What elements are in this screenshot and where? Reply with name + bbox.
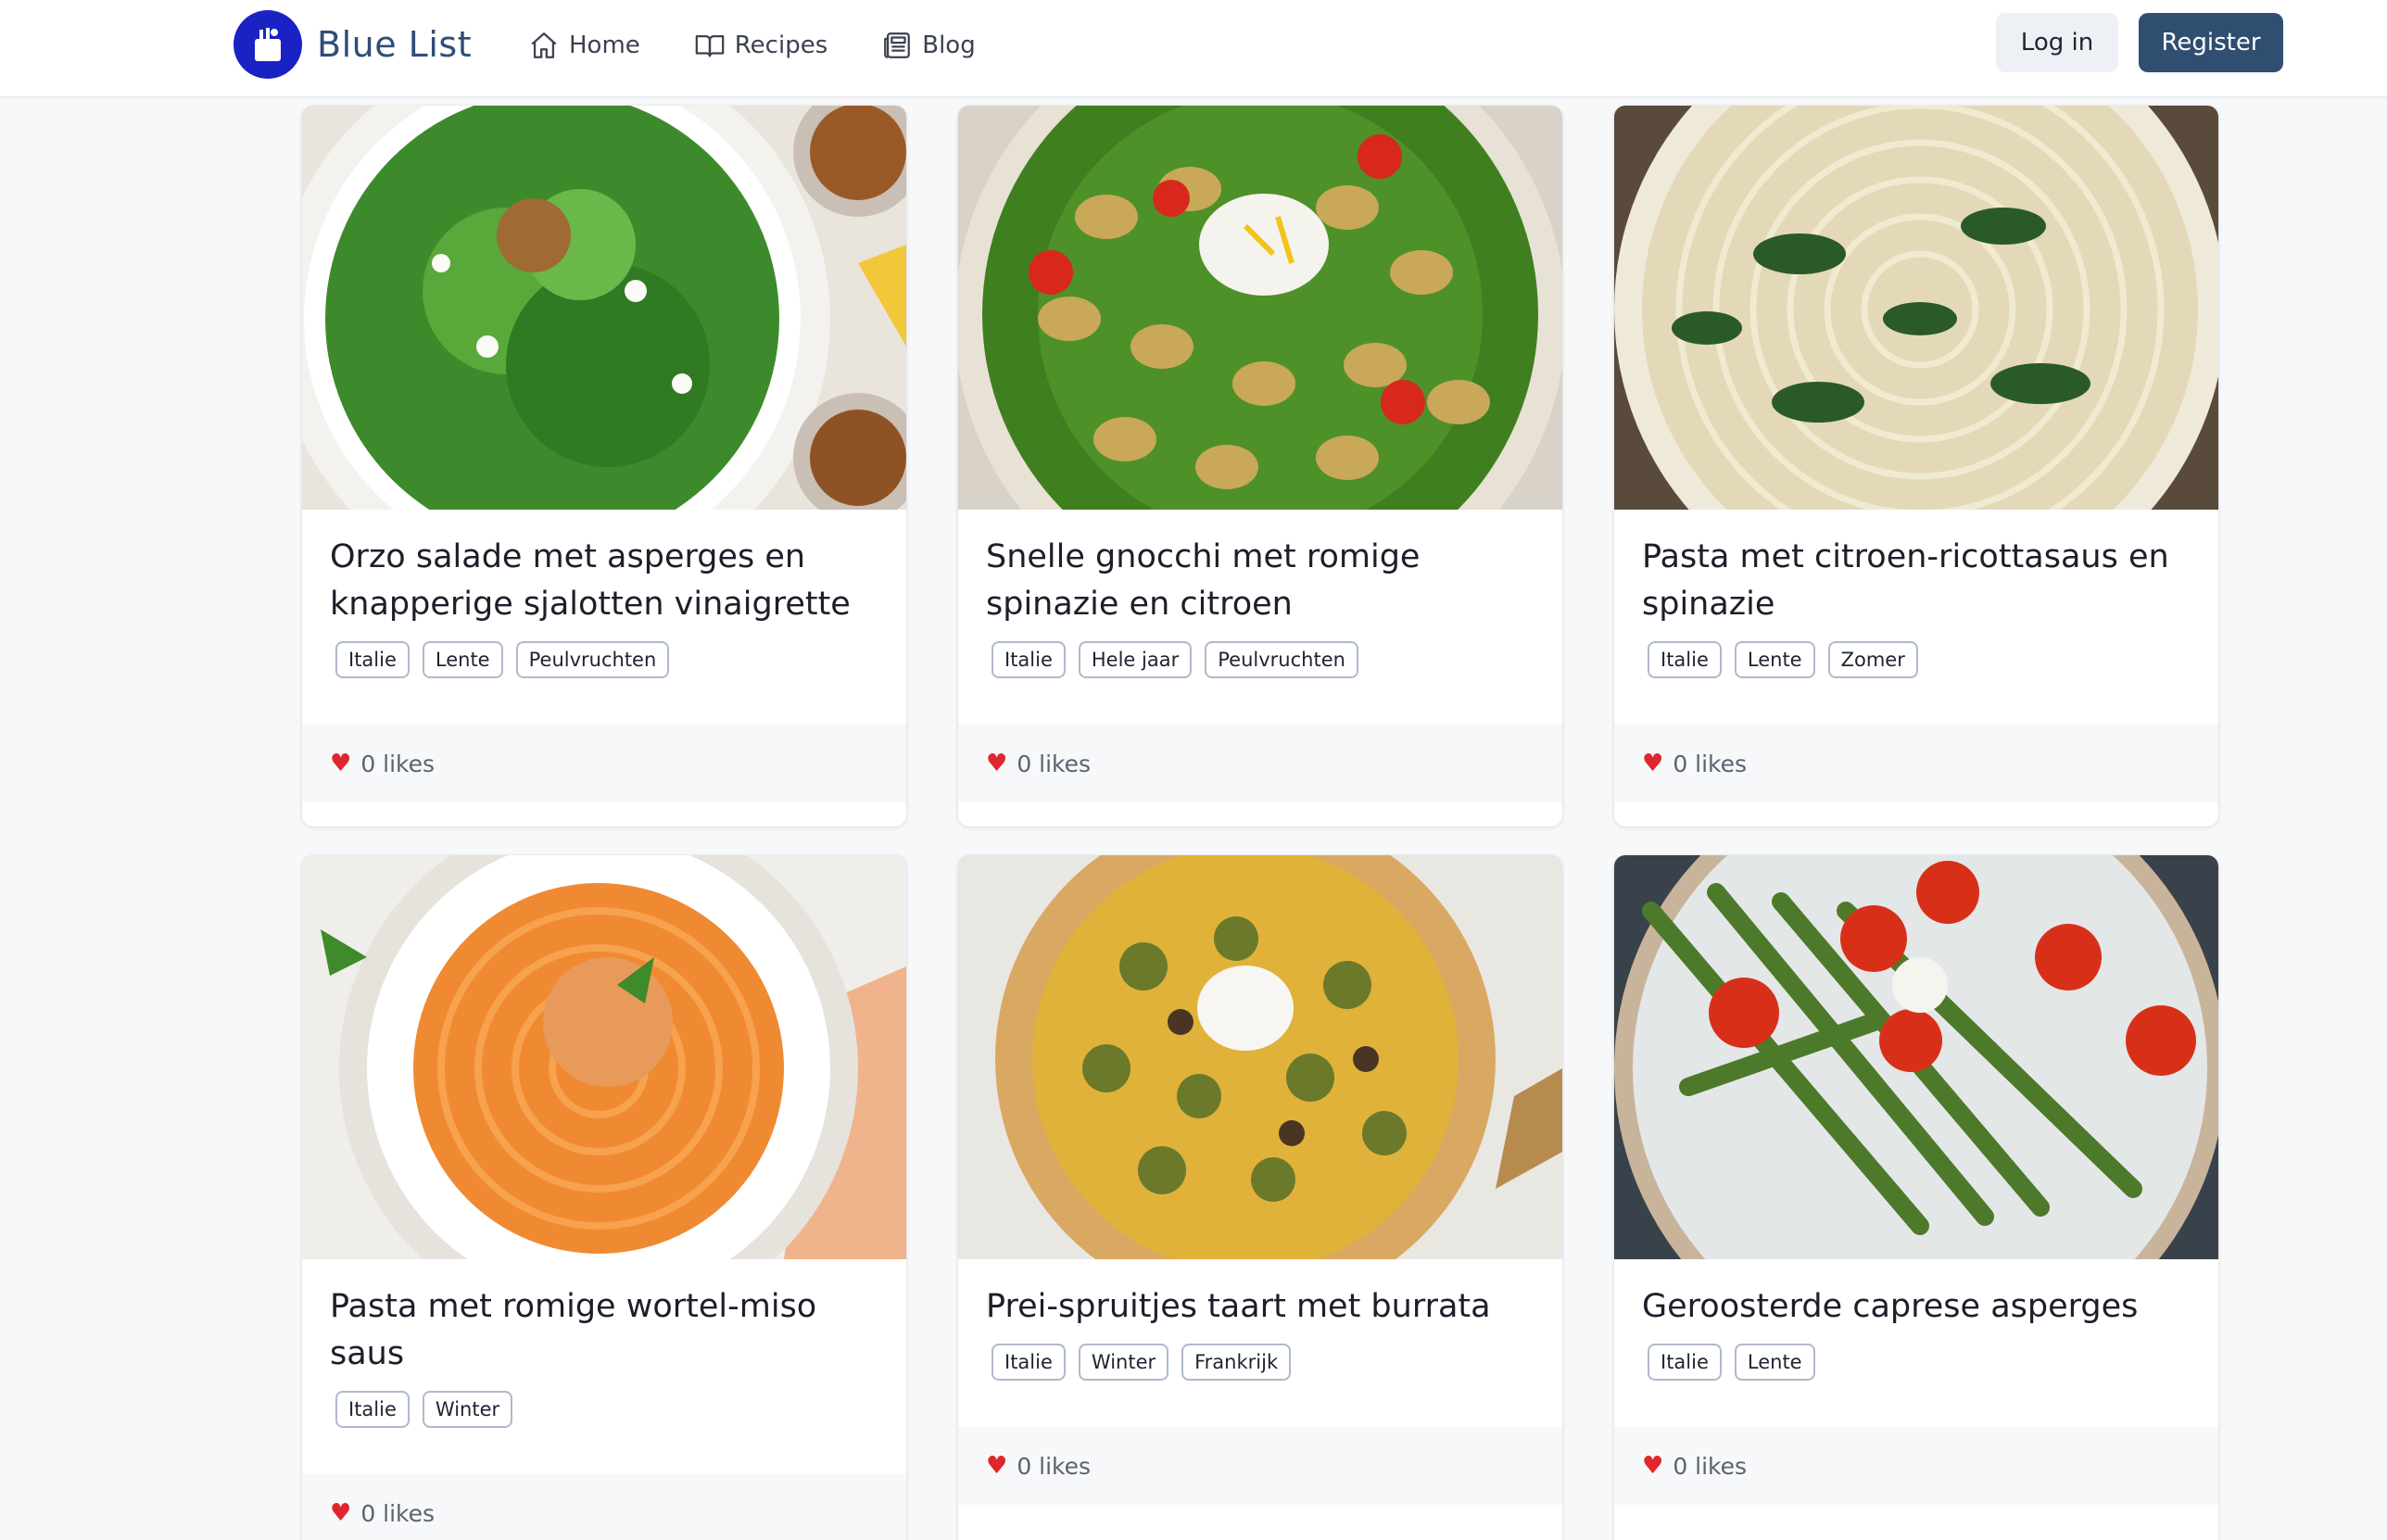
- book-icon: [695, 34, 725, 57]
- tag[interactable]: Peulvruchten: [515, 641, 670, 678]
- tag[interactable]: Lente: [1734, 1344, 1815, 1381]
- tag-list: Italie Winter: [330, 1391, 878, 1428]
- brand-name: Blue List: [317, 24, 473, 65]
- newspaper-icon: [884, 32, 911, 58]
- recipe-title[interactable]: Snelle gnocchi met romige spinazie en ci…: [986, 534, 1534, 628]
- likes-footer: ♥ 0 likes: [958, 725, 1562, 802]
- tag[interactable]: Italie: [335, 641, 410, 678]
- brand-link[interactable]: Blue List: [234, 9, 472, 80]
- tag[interactable]: Hele jaar: [1078, 641, 1193, 678]
- nav-home[interactable]: Home: [528, 30, 640, 61]
- tag-list: Italie Lente: [1642, 1344, 2191, 1381]
- tag-list: Italie Winter Frankrijk: [986, 1344, 1534, 1381]
- tag[interactable]: Italie: [335, 1391, 410, 1428]
- tag[interactable]: Italie: [991, 641, 1066, 678]
- tag[interactable]: Italie: [1648, 641, 1722, 678]
- recipe-card[interactable]: Pasta met romige wortel-miso saus Italie…: [302, 855, 906, 1540]
- nav-blog-label: Blog: [922, 32, 976, 59]
- recipe-title[interactable]: Pasta met romige wortel-miso saus: [330, 1283, 878, 1378]
- heart-icon[interactable]: ♥: [986, 750, 1007, 777]
- tag-list: Italie Lente Zomer: [1642, 641, 2191, 678]
- recipe-image[interactable]: [958, 106, 1562, 510]
- tag[interactable]: Peulvruchten: [1205, 641, 1358, 678]
- likes-count: 0 likes: [1017, 1452, 1092, 1480]
- recipe-title[interactable]: Pasta met citroen-ricottasaus en spinazi…: [1642, 534, 2191, 628]
- tag[interactable]: Italie: [991, 1344, 1066, 1381]
- recipe-card[interactable]: Orzo salade met asperges en knapperige s…: [302, 106, 906, 827]
- tag-list: Italie Hele jaar Peulvruchten: [986, 641, 1534, 678]
- top-navbar: Blue List Home Recipes Blog Log in Regis…: [0, 0, 2387, 98]
- register-button[interactable]: Register: [2139, 13, 2283, 72]
- likes-count: 0 likes: [1673, 750, 1748, 777]
- tag[interactable]: Zomer: [1827, 641, 1918, 678]
- nav-blog[interactable]: Blog: [881, 30, 976, 61]
- likes-footer: ♥ 0 likes: [302, 725, 906, 802]
- likes-count: 0 likes: [1017, 750, 1092, 777]
- recipe-title[interactable]: Geroosterde caprese asperges: [1642, 1283, 2191, 1331]
- main-nav: Home Recipes Blog: [528, 26, 976, 65]
- home-icon: [531, 32, 557, 58]
- likes-footer: ♥ 0 likes: [1614, 1427, 2218, 1505]
- recipe-card[interactable]: Snelle gnocchi met romige spinazie en ci…: [958, 106, 1562, 827]
- likes-footer: ♥ 0 likes: [958, 1427, 1562, 1505]
- nav-recipes-label: Recipes: [734, 32, 828, 59]
- heart-icon[interactable]: ♥: [1642, 750, 1663, 777]
- tag[interactable]: Winter: [1078, 1344, 1169, 1381]
- recipe-image[interactable]: [1614, 106, 2218, 510]
- tag-list: Italie Lente Peulvruchten: [330, 641, 878, 678]
- likes-count: 0 likes: [360, 750, 436, 777]
- recipe-card[interactable]: Geroosterde caprese asperges Italie Lent…: [1614, 855, 2218, 1540]
- tag[interactable]: Italie: [1648, 1344, 1722, 1381]
- recipe-card[interactable]: Pasta met citroen-ricottasaus en spinazi…: [1614, 106, 2218, 827]
- tag[interactable]: Winter: [422, 1391, 513, 1428]
- login-button[interactable]: Log in: [1996, 13, 2118, 72]
- tag[interactable]: Frankrijk: [1181, 1344, 1292, 1381]
- recipe-card[interactable]: Prei-spruitjes taart met burrata Italie …: [958, 855, 1562, 1540]
- recipe-image[interactable]: [302, 855, 906, 1259]
- nav-recipes[interactable]: Recipes: [694, 30, 827, 61]
- recipe-image[interactable]: [1614, 855, 2218, 1259]
- heart-icon[interactable]: ♥: [330, 750, 351, 777]
- shopping-bag-logo-icon: [234, 10, 302, 79]
- tag[interactable]: Lente: [1734, 641, 1815, 678]
- recipe-image[interactable]: [958, 855, 1562, 1259]
- recipe-image[interactable]: [302, 106, 906, 510]
- likes-count: 0 likes: [360, 1499, 436, 1527]
- recipe-title[interactable]: Orzo salade met asperges en knapperige s…: [330, 534, 878, 628]
- heart-icon[interactable]: ♥: [330, 1499, 351, 1527]
- nav-home-label: Home: [569, 32, 640, 59]
- recipe-title[interactable]: Prei-spruitjes taart met burrata: [986, 1283, 1534, 1331]
- likes-count: 0 likes: [1673, 1452, 1748, 1480]
- heart-icon[interactable]: ♥: [1642, 1452, 1663, 1480]
- tag[interactable]: Lente: [422, 641, 503, 678]
- likes-footer: ♥ 0 likes: [302, 1474, 906, 1540]
- heart-icon[interactable]: ♥: [986, 1452, 1007, 1480]
- likes-footer: ♥ 0 likes: [1614, 725, 2218, 802]
